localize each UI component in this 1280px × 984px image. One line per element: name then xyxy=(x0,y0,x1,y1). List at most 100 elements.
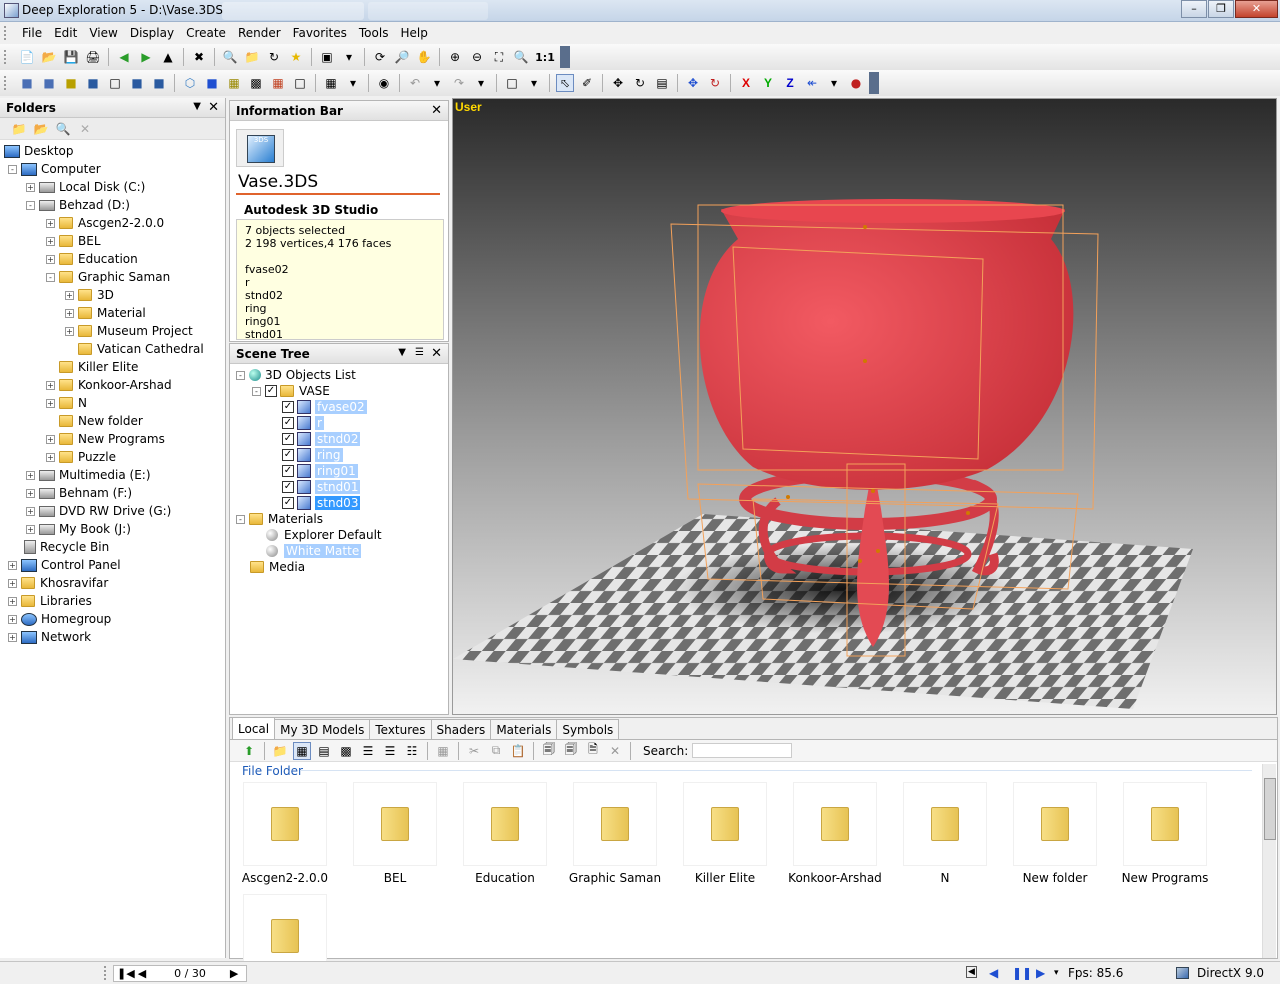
select-arrow-icon[interactable]: ⬁ xyxy=(556,74,574,92)
tab-shaders[interactable]: Shaders xyxy=(430,719,492,739)
folder-tile[interactable]: Ascgen2-2.0.0 xyxy=(230,782,340,885)
expand-icon[interactable]: + xyxy=(8,560,17,570)
tree-item-vatican[interactable]: Vatican Cathedral xyxy=(78,340,204,358)
redo-dropdown-icon[interactable]: ▾ xyxy=(472,74,490,92)
tree-item-my-book[interactable]: + My Book (J:) xyxy=(26,520,131,538)
collapse-icon[interactable]: - xyxy=(46,272,55,282)
tree-item-killer-elite[interactable]: Killer Elite xyxy=(59,358,138,376)
open-folder-icon[interactable]: 📂 xyxy=(40,48,58,66)
menu-help[interactable]: Help xyxy=(394,26,433,40)
pivot-rotate-icon[interactable]: ↻ xyxy=(706,74,724,92)
tree-item-new-folder[interactable]: New folder xyxy=(59,412,143,430)
tree-item-education[interactable]: + Education xyxy=(46,250,138,268)
scale-icon[interactable]: ▤ xyxy=(653,74,671,92)
axis-y-button[interactable]: Y xyxy=(759,74,777,92)
tree-item-n[interactable]: + N xyxy=(46,394,87,412)
menu-create[interactable]: Create xyxy=(180,26,232,40)
refresh-icon[interactable]: ↻ xyxy=(265,48,283,66)
folder-tile[interactable]: BEL xyxy=(340,782,450,885)
move-icon[interactable]: ✥ xyxy=(609,74,627,92)
camera-icon[interactable]: ◉ xyxy=(375,74,393,92)
tab-symbols[interactable]: Symbols xyxy=(556,719,620,739)
tree-item-recycle-bin[interactable]: Recycle Bin xyxy=(24,538,109,556)
view-smooth-icon[interactable]: ■ xyxy=(150,74,168,92)
tree-item-3d[interactable]: +3D xyxy=(65,286,114,304)
folder-tile[interactable]: New Programs xyxy=(1110,782,1220,885)
expand-icon[interactable]: + xyxy=(65,290,74,300)
folder-tile[interactable]: Konkoor-Arshad xyxy=(780,782,890,885)
expand-icon[interactable]: + xyxy=(8,632,17,642)
expand-icon[interactable]: + xyxy=(46,434,55,444)
tree-item-behzad[interactable]: - Behzad (D:) xyxy=(26,196,130,214)
expand-icon[interactable]: + xyxy=(46,380,55,390)
expand-icon[interactable]: + xyxy=(46,452,55,462)
cube-checker-icon[interactable]: ▩ xyxy=(247,74,265,92)
collapse-icon[interactable]: - xyxy=(236,514,245,524)
collapse-icon[interactable]: - xyxy=(236,370,245,380)
cube-pattern-icon[interactable]: ▦ xyxy=(225,74,243,92)
folder-options-icon[interactable]: 📂 xyxy=(32,120,50,138)
browser-scrollbar[interactable] xyxy=(1262,764,1276,958)
move-to-icon[interactable]: 🗐 xyxy=(562,742,580,760)
tab-textures[interactable]: Textures xyxy=(369,719,432,739)
zoom-view-icon[interactable]: 🔎 xyxy=(393,48,411,66)
expand-icon[interactable]: + xyxy=(26,524,35,534)
cube-blue-icon[interactable]: ■ xyxy=(203,74,221,92)
delete-icon[interactable]: ✕ xyxy=(76,120,94,138)
prev-page-icon[interactable]: ◀ xyxy=(138,967,146,980)
selection-rect-icon[interactable]: □ xyxy=(503,74,521,92)
zoom-one-to-one-button[interactable]: 1:1 xyxy=(534,48,556,66)
tree-item-libraries[interactable]: + Libraries xyxy=(8,592,92,610)
close-window-button[interactable]: ✕ xyxy=(1235,0,1278,18)
view-report-icon[interactable]: ☷ xyxy=(403,742,421,760)
tree-item-dvd[interactable]: + DVD RW Drive (G:) xyxy=(26,502,171,520)
tree-item-material[interactable]: + Material xyxy=(65,304,146,322)
expand-icon[interactable]: + xyxy=(46,218,55,228)
object-checkbox[interactable]: ✓ xyxy=(282,497,294,509)
folder-tile[interactable]: Killer Elite xyxy=(670,782,780,885)
infobar-close-button[interactable]: ✕ xyxy=(431,103,442,118)
tree-item-multimedia[interactable]: + Multimedia (E:) xyxy=(26,466,151,484)
panel-menu-icon[interactable]: ▼ xyxy=(398,347,406,358)
object-checkbox[interactable]: ✓ xyxy=(282,401,294,413)
folder-tile[interactable]: Graphic Saman xyxy=(560,782,670,885)
cut-icon[interactable]: ✂ xyxy=(465,742,483,760)
copy-icon[interactable]: ⧉ xyxy=(487,742,505,760)
cube-wire-icon[interactable]: □ xyxy=(291,74,309,92)
tree-item-network[interactable]: + Network xyxy=(8,628,91,646)
menu-render[interactable]: Render xyxy=(232,26,287,40)
goto-start-icon[interactable]: ◀ xyxy=(966,966,977,978)
grid-view-icon[interactable]: ▦ xyxy=(434,742,452,760)
menu-tools[interactable]: Tools xyxy=(353,26,395,40)
redo-icon[interactable]: ↷ xyxy=(450,74,468,92)
menu-favorites[interactable]: Favorites xyxy=(287,26,353,40)
folder-tile[interactable]: New folder xyxy=(1000,782,1110,885)
tree-item-khosravifar[interactable]: + Khosravifar xyxy=(8,574,108,592)
pause-icon[interactable]: ❚❚ xyxy=(1012,966,1032,980)
view-details-icon[interactable]: ☰ xyxy=(381,742,399,760)
zoom-extents-icon[interactable]: ⛶ xyxy=(490,48,508,66)
object-checkbox[interactable]: ✓ xyxy=(282,481,294,493)
search-input[interactable] xyxy=(692,743,793,758)
expand-icon[interactable]: + xyxy=(8,578,17,588)
zoom-window-icon[interactable]: 🔍 xyxy=(512,48,530,66)
group-checkbox[interactable]: ✓ xyxy=(265,385,277,397)
rotate-view-icon[interactable]: ⟳ xyxy=(371,48,389,66)
toolbar-overflow-2[interactable] xyxy=(869,72,879,94)
selection-dropdown-icon[interactable]: ▾ xyxy=(525,74,543,92)
zoom-in-icon[interactable]: ⊕ xyxy=(446,48,464,66)
expand-icon[interactable]: + xyxy=(26,470,35,480)
view-tiles-icon[interactable]: ▤ xyxy=(315,742,333,760)
bbox-icon[interactable]: ⬡ xyxy=(181,74,199,92)
play-forward-icon[interactable]: ▶ xyxy=(1036,966,1045,980)
axis-z-button[interactable]: Z xyxy=(781,74,799,92)
list-options-icon[interactable]: ☰ xyxy=(415,347,424,358)
tree-item-computer[interactable]: - Computer xyxy=(8,160,101,178)
fullscreen-icon[interactable]: ▣ xyxy=(318,48,336,66)
scenetree-close-button[interactable]: ✕ xyxy=(431,346,442,361)
save-icon[interactable]: 💾 xyxy=(62,48,80,66)
stop-icon[interactable]: ✖ xyxy=(190,48,208,66)
object-checkbox[interactable]: ✓ xyxy=(282,417,294,429)
tree-item-bel[interactable]: + BEL xyxy=(46,232,101,250)
collapse-icon[interactable]: - xyxy=(252,386,261,396)
